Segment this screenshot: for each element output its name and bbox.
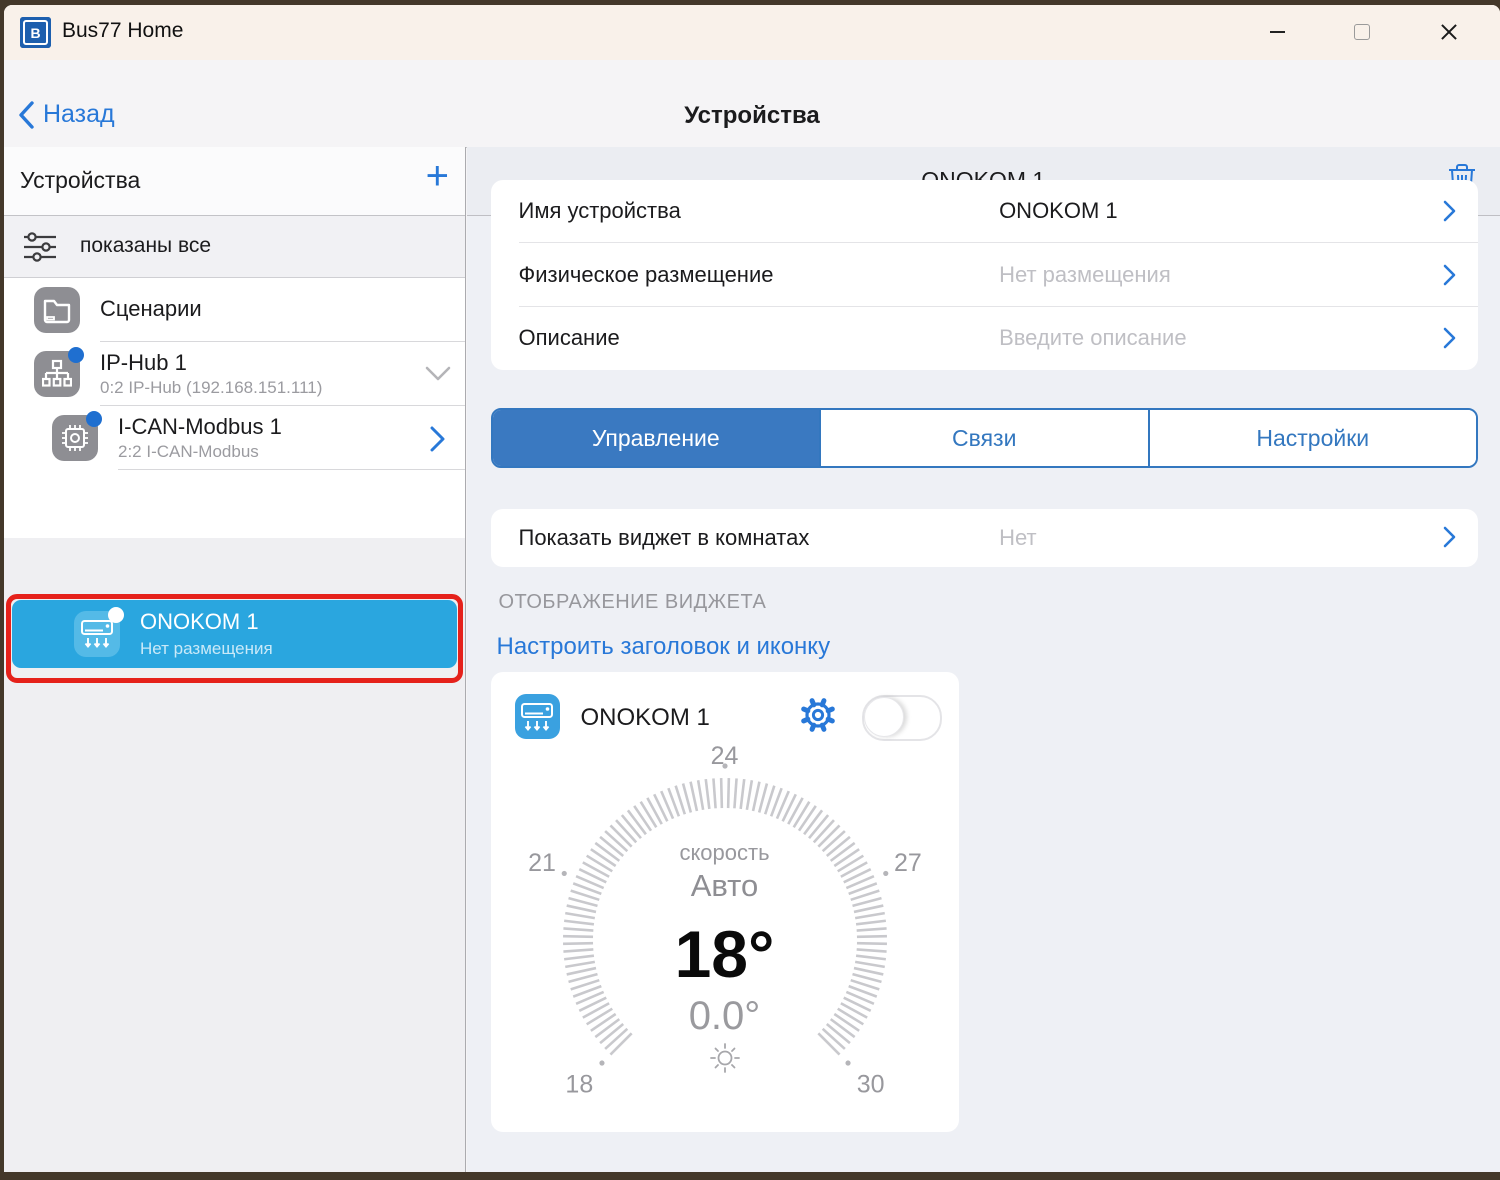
field-physical-location[interactable]: Физическое размещение Нет размещения (491, 244, 1479, 307)
field-value: ONOKOM 1 (999, 198, 1118, 224)
field-label: Имя устройства (519, 198, 681, 224)
sidebar-title: Устройства (20, 167, 140, 194)
hub-icon (34, 351, 80, 397)
show-widget-in-rooms-row[interactable]: Показать виджет в комнатах Нет (491, 509, 1479, 567)
add-device-button[interactable]: + (426, 154, 449, 199)
list-item-label: I-CAN-Modbus 1 (118, 414, 282, 440)
app-window: B Bus77 Home Назад Устройства Устройства… (4, 5, 1500, 1172)
annotation-highlight-box (6, 594, 463, 683)
device-list: Сценарии (4, 278, 465, 538)
nav-bar: Назад Устройства (4, 60, 1500, 148)
widget-title: ONOKOM 1 (581, 704, 710, 732)
sidebar-header: Устройства + (4, 147, 465, 216)
widget-settings-button[interactable] (799, 696, 837, 739)
field-placeholder: Введите описание (999, 325, 1187, 351)
close-button[interactable] (1426, 13, 1472, 51)
list-item-ican-modbus[interactable]: I-CAN-Modbus 1 2:2 I-CAN-Modbus (4, 406, 465, 470)
gear-icon (799, 696, 837, 734)
maximize-button[interactable] (1339, 13, 1385, 51)
dial-mode-caption: скорость (491, 840, 959, 866)
field-placeholder: Нет размещения (999, 262, 1171, 288)
dial-secondary-value: 0.0° (491, 994, 959, 1039)
folder-icon (34, 287, 80, 333)
chevron-right-icon[interactable] (430, 426, 445, 452)
chip-icon (52, 415, 98, 461)
page-title: Устройства (4, 102, 1500, 130)
chevron-right-icon (1443, 327, 1456, 349)
toggle-knob (864, 697, 904, 737)
row-label: Показать виджет в комнатах (519, 525, 810, 551)
filter-row[interactable]: показаны все (4, 216, 465, 278)
filter-label: показаны все (80, 234, 211, 258)
window-title: Bus77 Home (62, 19, 183, 43)
device-properties-card: Имя устройства ONOKOM 1 Физическое разме… (491, 180, 1479, 370)
dial-top-label: 24 (491, 742, 959, 771)
dial-mode-value: Авто (491, 868, 959, 904)
list-item-label: IP-Hub 1 (100, 350, 187, 376)
row-value: Нет (999, 525, 1036, 551)
device-sidebar: Устройства + показаны все (4, 147, 466, 1172)
chevron-down-icon[interactable] (425, 366, 451, 382)
status-badge (68, 347, 84, 363)
field-device-name[interactable]: Имя устройства ONOKOM 1 (491, 180, 1479, 243)
configure-title-icon-link[interactable]: Настроить заголовок и иконку (497, 633, 831, 661)
chevron-right-icon (1443, 200, 1456, 222)
filter-sliders-icon (22, 231, 58, 263)
tab-control[interactable]: Управление (493, 410, 820, 466)
field-label: Физическое размещение (519, 262, 774, 288)
title-bar: B Bus77 Home (4, 5, 1500, 60)
minimize-button[interactable] (1254, 13, 1300, 51)
list-item-ip-hub[interactable]: IP-Hub 1 0:2 IP-Hub (192.168.151.111) (4, 342, 465, 406)
tab-links[interactable]: Связи (819, 410, 1148, 466)
status-badge (86, 411, 102, 427)
app-logo-icon: B (20, 17, 51, 48)
list-item-label: Сценарии (100, 296, 202, 322)
section-header: ОТОБРАЖЕНИЕ ВИДЖЕТА (499, 591, 767, 614)
maximize-icon (1354, 24, 1370, 40)
list-item-subtitle: 0:2 IP-Hub (192.168.151.111) (100, 378, 322, 398)
sun-brightness-icon (491, 1040, 959, 1076)
tab-bar: Управление Связи Настройки (491, 408, 1479, 468)
device-detail-panel: ONOKOM 1 Имя устройства ONOKOM 1 (467, 147, 1500, 1172)
minimize-icon (1270, 31, 1285, 33)
widget-preview-card: ONOKOM 1 24 21271830 скорость Авто 18° 0… (491, 672, 959, 1132)
chevron-right-icon (1443, 264, 1456, 286)
chevron-right-icon (1443, 526, 1456, 548)
field-label: Описание (519, 325, 620, 351)
list-item-scenarios[interactable]: Сценарии (4, 278, 465, 342)
widget-power-toggle[interactable] (862, 695, 942, 741)
tab-settings[interactable]: Настройки (1148, 410, 1477, 466)
divider (118, 469, 465, 470)
ac-unit-icon (515, 694, 560, 739)
field-description[interactable]: Описание Введите описание (491, 307, 1479, 370)
dial-temperature-value: 18° (491, 916, 959, 992)
close-icon (1440, 23, 1458, 41)
list-item-subtitle: 2:2 I-CAN-Modbus (118, 442, 259, 462)
